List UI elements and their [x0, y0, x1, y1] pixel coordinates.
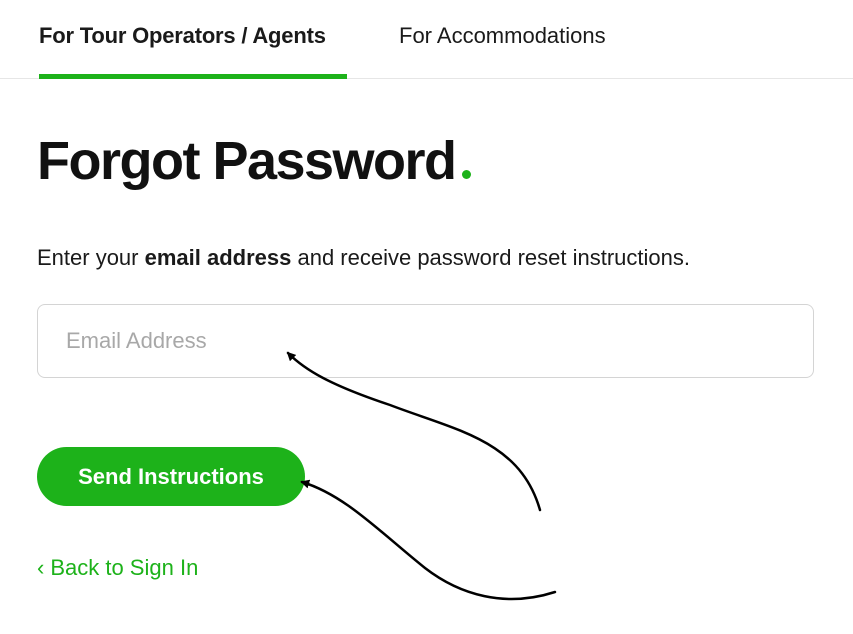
instructions-emphasis: email address: [144, 245, 292, 270]
back-link-label: Back to Sign In: [50, 555, 199, 580]
back-to-sign-in-link[interactable]: ‹ Back to Sign In: [37, 552, 198, 584]
instructions-prefix: Enter your: [37, 245, 145, 270]
title-accent-dot: [461, 170, 471, 179]
page-title-text: Forgot Password: [37, 131, 457, 191]
chevron-left-icon: ‹: [37, 555, 45, 580]
arrow-to-send-button: [300, 479, 557, 601]
tab-label: For Accommodations: [399, 23, 606, 48]
instructions-suffix: and receive password reset instructions.: [291, 245, 690, 270]
page-title: Forgot Password: [37, 128, 471, 194]
tab-label: For Tour Operators / Agents: [39, 23, 326, 48]
account-type-tabs: For Tour Operators / Agents For Accommod…: [0, 0, 853, 79]
send-instructions-button[interactable]: Send Instructions: [37, 447, 305, 506]
active-tab-indicator: [39, 74, 347, 79]
tab-tour-operators-agents[interactable]: For Tour Operators / Agents: [39, 0, 347, 79]
tab-accommodations[interactable]: For Accommodations: [399, 0, 606, 78]
email-input[interactable]: [37, 304, 814, 378]
instructions-text: Enter your email address and receive pas…: [37, 242, 690, 274]
